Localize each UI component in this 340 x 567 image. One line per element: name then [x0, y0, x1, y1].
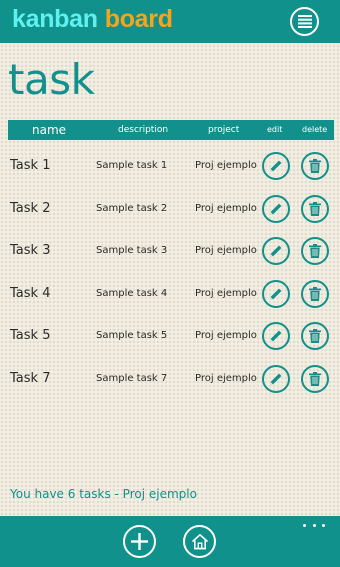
edit-button[interactable]: [262, 365, 290, 393]
table-row: Task 3 Sample task 3 Proj ejemplo: [0, 231, 340, 271]
column-header-edit: edit: [267, 125, 283, 134]
task-description: Sample task 4: [96, 288, 168, 299]
task-description: Sample task 5: [96, 330, 168, 341]
pencil-icon: [270, 160, 282, 172]
trash-icon: [309, 159, 321, 173]
pencil-icon: [270, 245, 282, 257]
delete-button[interactable]: [301, 195, 329, 223]
delete-button[interactable]: [301, 280, 329, 308]
task-project: Proj ejemplo: [195, 330, 257, 341]
column-header-project: project: [208, 125, 240, 135]
task-name: Task 3: [10, 243, 51, 258]
home-icon: [191, 534, 208, 550]
edit-button[interactable]: [262, 152, 290, 180]
more-options-button[interactable]: [303, 520, 325, 530]
trash-icon: [309, 372, 321, 386]
pencil-icon: [270, 373, 282, 385]
pencil-icon: [270, 203, 282, 215]
delete-button[interactable]: [301, 322, 329, 350]
task-project: Proj ejemplo: [195, 160, 257, 171]
table-header: name description project edit delete: [8, 120, 334, 140]
delete-button[interactable]: [301, 152, 329, 180]
task-name: Task 7: [10, 371, 51, 386]
logo-word-board: board: [104, 5, 173, 33]
top-bar: kanban board: [0, 0, 340, 43]
table-row: Task 5 Sample task 5 Proj ejemplo: [0, 316, 340, 356]
task-project: Proj ejemplo: [195, 245, 257, 256]
menu-button[interactable]: [290, 7, 319, 36]
plus-icon: [131, 533, 148, 550]
ellipsis-icon: [303, 523, 306, 527]
table-row: Task 4 Sample task 4 Proj ejemplo: [0, 274, 340, 314]
column-header-name: name: [32, 123, 67, 137]
delete-button[interactable]: [301, 365, 329, 393]
task-description: Sample task 1: [96, 160, 168, 171]
edit-button[interactable]: [262, 195, 290, 223]
home-button[interactable]: [183, 525, 216, 558]
task-name: Task 5: [10, 328, 51, 343]
table-row: Task 1 Sample task 1 Proj ejemplo: [0, 146, 340, 186]
trash-icon: [309, 244, 321, 258]
edit-button[interactable]: [262, 280, 290, 308]
task-project: Proj ejemplo: [195, 288, 257, 299]
task-description: Sample task 3: [96, 245, 168, 256]
task-name: Task 2: [10, 201, 51, 216]
add-task-button[interactable]: [123, 525, 156, 558]
trash-icon: [309, 329, 321, 343]
task-project: Proj ejemplo: [195, 373, 257, 384]
task-project: Proj ejemplo: [195, 203, 257, 214]
edit-button[interactable]: [262, 237, 290, 265]
page-title: task: [8, 55, 95, 104]
task-name: Task 4: [10, 286, 51, 301]
task-name: Task 1: [10, 158, 51, 173]
column-header-delete: delete: [302, 125, 328, 134]
task-description: Sample task 7: [96, 373, 168, 384]
column-header-description: description: [118, 125, 169, 135]
trash-icon: [309, 202, 321, 216]
task-description: Sample task 2: [96, 203, 168, 214]
app-bar: [0, 516, 340, 567]
edit-button[interactable]: [262, 322, 290, 350]
task-summary: You have 6 tasks - Proj ejemplo: [10, 487, 197, 501]
trash-icon: [309, 287, 321, 301]
pencil-icon: [270, 330, 282, 342]
pencil-icon: [270, 288, 282, 300]
delete-button[interactable]: [301, 237, 329, 265]
table-row: Task 2 Sample task 2 Proj ejemplo: [0, 189, 340, 229]
logo-word-kanban: kanban: [12, 5, 98, 33]
hamburger-menu-icon: [297, 15, 312, 28]
table-row: Task 7 Sample task 7 Proj ejemplo: [0, 359, 340, 399]
app-logo: kanban board: [12, 5, 173, 34]
